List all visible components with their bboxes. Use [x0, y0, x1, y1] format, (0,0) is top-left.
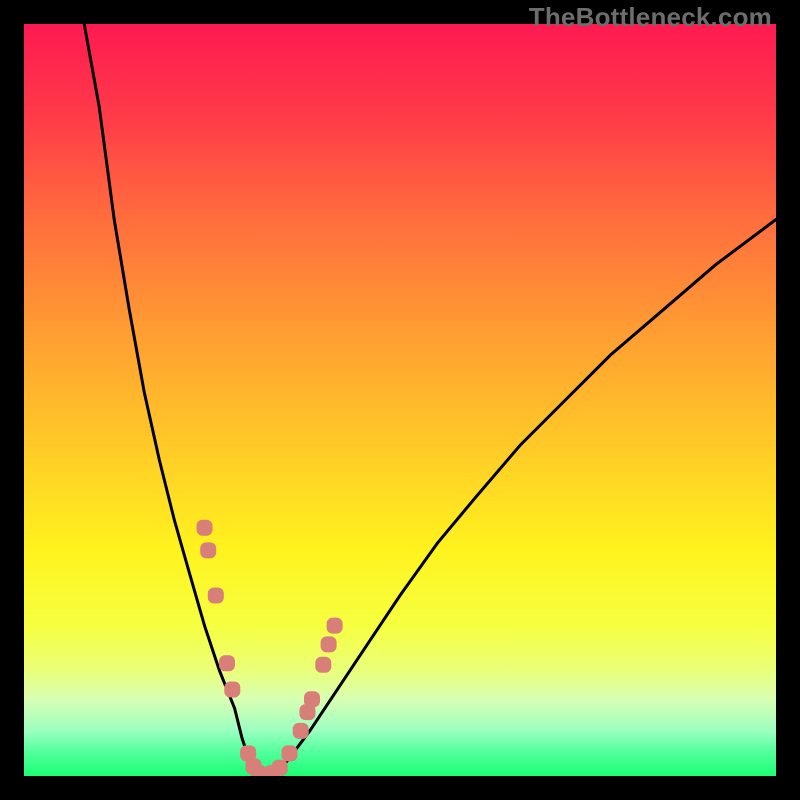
curve-layer — [24, 24, 776, 776]
dot-marker — [315, 657, 331, 673]
watermark-text: TheBottleneck.com — [529, 2, 772, 33]
dot-marker — [304, 691, 320, 707]
dot-marker — [197, 520, 213, 536]
dot-marker — [224, 682, 240, 698]
dot-markers-group — [197, 520, 343, 776]
dot-marker — [321, 636, 337, 652]
dot-marker — [282, 745, 298, 761]
dot-marker — [200, 542, 216, 558]
dot-marker — [219, 655, 235, 671]
right-curve-line — [272, 220, 776, 777]
dot-marker — [293, 723, 309, 739]
chart-frame — [24, 24, 776, 776]
plot-area — [24, 24, 776, 776]
dot-marker — [272, 760, 288, 776]
dot-marker — [327, 618, 343, 634]
dot-marker — [208, 588, 224, 604]
